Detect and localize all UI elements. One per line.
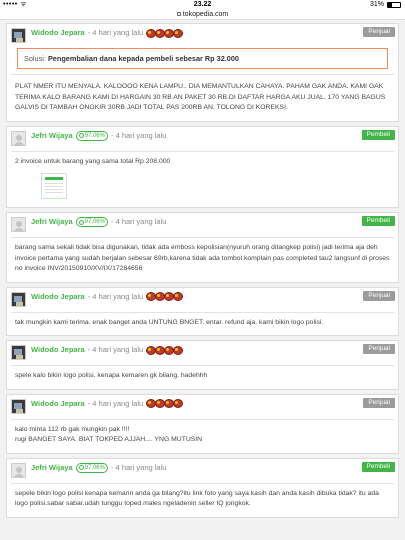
medal-icon [146,28,157,38]
solution-box: Solusi: Pengembalian dana kepada pembeli… [17,48,388,69]
smile-icon [78,219,84,225]
avatar[interactable] [11,28,26,43]
timestamp: - 4 hari yang lalu [87,28,144,37]
lock-icon [176,12,181,16]
buyer-reputation-badge: 97,06% [75,462,108,473]
medal-icon [164,292,175,301]
medal-icon [173,28,184,38]
timestamp: - 4 hari yang lalu [87,398,144,408]
comment-card: Jefri Wijaya 97,06% - 4 hari yang lalu P… [6,125,399,208]
seller-reputation-medals [146,28,184,38]
role-badge: Penjual [363,290,395,301]
medal-icon [146,399,157,408]
medal-icon [155,345,166,355]
medal-icon [146,345,157,355]
address-bar[interactable]: tokopedia.com [0,10,405,20]
avatar[interactable] [11,217,26,232]
timestamp: - 4 hari yang lalu [110,130,167,140]
timestamp: - 4 hari yang lalu [87,291,144,301]
role-badge: Penjual [363,397,395,408]
medal-icon [164,28,175,38]
role-badge: Penjual [363,344,395,354]
battery-indicator: 31% [370,0,401,10]
solution-text: Pengembalian dana kepada pembeli sebesar… [47,54,239,63]
medal-icon [146,292,157,301]
battery-percent: 31% [369,1,384,8]
smile-icon [78,133,84,138]
solution-label: Solusi: [24,54,46,63]
comment-text: kalo minta 112 rb gak mungkin pak !!!! r… [7,420,398,453]
medal-icon [173,292,184,301]
timestamp: - 4 hari yang lalu [110,462,167,472]
comment-text: PLAT NMER ITU MENYALA. KALOOOO KENA LAMP… [15,83,386,111]
medal-icon [164,399,175,408]
clock: 23.22 [193,1,212,8]
role-badge: Pembeli [361,129,395,140]
battery-icon [387,2,401,8]
medal-icon [155,399,166,408]
user-name-link[interactable]: Jefri Wijaya [31,217,73,227]
avatar[interactable] [11,462,26,478]
comment-line: rugi BANGET SAYA. BIAT TOKPED AJJAH.... … [15,436,203,443]
timestamp: - 4 hari yang lalu [110,217,167,226]
comment-card: Jefri Wijaya 97,06% - 4 hari yang lalu P… [6,212,399,283]
user-name-link[interactable]: Jefri Wijaya [31,131,73,141]
user-name-link[interactable]: Widodo Jepara [31,399,85,409]
comment-card: Widodo Jepara - 4 hari yang lalu Penjual… [6,340,399,390]
role-badge: Pembeli [361,461,395,472]
avatar[interactable] [11,130,26,146]
comment-card: Widodo Jepara - 4 hari yang lalu Penjual… [6,393,399,454]
comment-text: barang sama sekali tidak bisa digunakan,… [15,244,390,272]
smile-icon [78,465,84,470]
comment-text: 2 invoice untuk barang yang sama total R… [15,157,171,165]
user-name-link[interactable]: Widodo Jepara [31,345,85,355]
comment-text: sepele bikin logo polisi kenapa kemarin … [15,489,379,508]
comment-text: tak mungkin kami terima. enak banget and… [15,318,324,326]
avatar[interactable] [11,291,26,307]
comment-text: spele kalo bikin logo polisi. kenapa kem… [15,372,208,379]
seller-reputation-medals [146,345,184,355]
comment-line: kalo minta 112 rb gak mungkin pak !!!! [15,425,130,433]
medal-icon [173,345,184,355]
avatar[interactable] [11,345,26,360]
comment-card: Widodo Jepara - 4 hari yang lalu Penjual… [6,286,399,336]
url-domain: tokopedia.com [182,11,229,18]
avatar[interactable] [11,398,26,414]
comment-card: Widodo Jepara - 4 hari yang lalu Penjual… [6,23,399,122]
comment-card: Jefri Wijaya 97,06% - 4 hari yang lalu P… [6,457,399,518]
seller-reputation-medals [146,399,184,408]
medal-icon [155,28,166,38]
attachment-thumbnail[interactable] [41,173,67,199]
buyer-reputation-badge: 97,06% [75,217,108,227]
medal-icon [173,399,184,408]
role-badge: Pembeli [361,216,395,226]
discussion-feed[interactable]: Widodo Jepara - 4 hari yang lalu Penjual… [0,21,405,540]
buyer-reputation-badge: 97,06% [75,130,108,141]
user-name-link[interactable]: Jefri Wijaya [31,463,73,473]
medal-icon [164,345,175,355]
user-name-link[interactable]: Widodo Jepara [31,28,85,38]
role-badge: Penjual [363,27,395,37]
timestamp: - 4 hari yang lalu [87,345,144,354]
user-name-link[interactable]: Widodo Jepara [31,292,85,302]
status-bar: ••••• ᯤ 23.22 31% [0,0,405,10]
seller-reputation-medals [146,292,184,301]
medal-icon [155,292,166,301]
